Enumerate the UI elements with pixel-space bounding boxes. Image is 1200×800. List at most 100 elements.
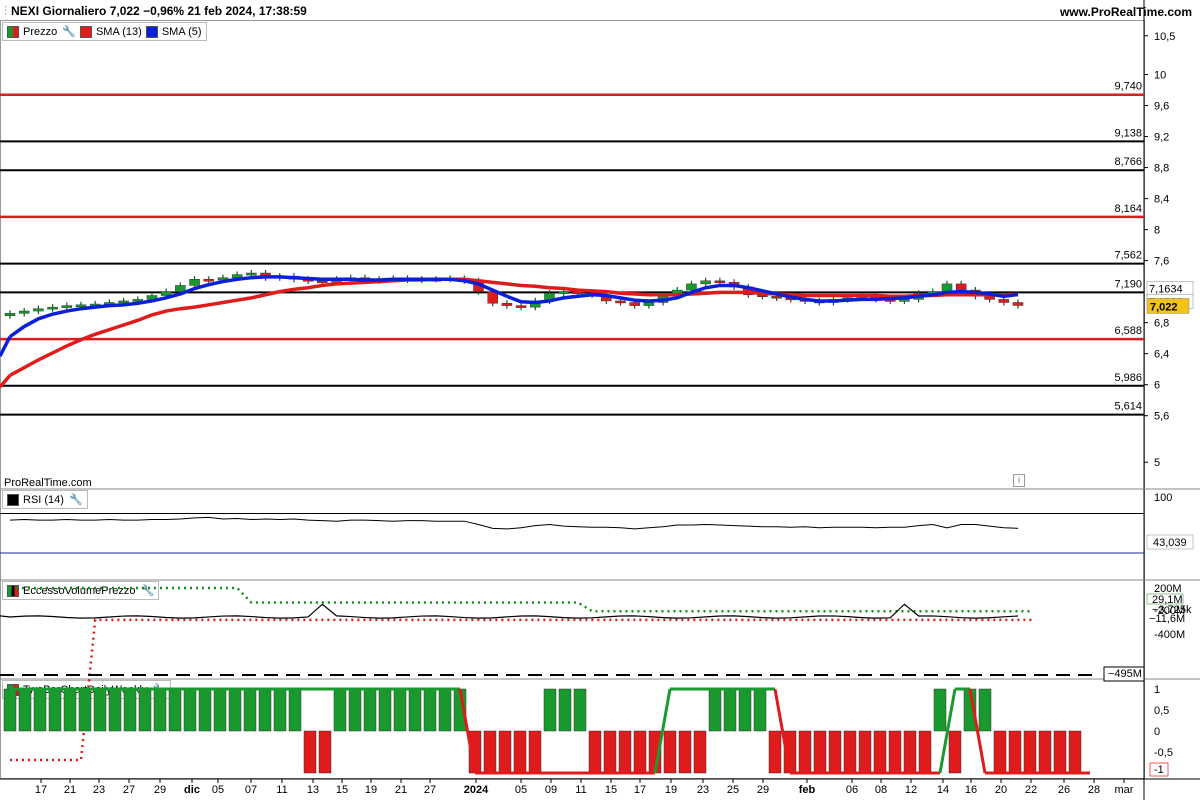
x-tick-label: 28 (1088, 784, 1100, 796)
twobar-bar (78, 688, 92, 732)
candle-body (118, 300, 129, 304)
twobar-bar (993, 730, 1007, 774)
candle-body (203, 278, 215, 282)
candle-body (714, 280, 726, 284)
twobar-bar (873, 730, 887, 774)
x-tick-label: 20 (995, 784, 1007, 796)
twobar-bar (63, 688, 77, 732)
level-label: 9,740 (1114, 81, 1142, 93)
twobar-bar (168, 688, 182, 732)
y-tick-label: 6 (1154, 380, 1160, 392)
twobar-bar (828, 730, 842, 774)
x-tick-label: 08 (875, 784, 887, 796)
twobar-last-value: -1 (1154, 764, 1164, 776)
y-tick-label: 7,6 (1154, 256, 1169, 268)
evp-black-line (0, 603, 1019, 619)
twobar-bar (198, 688, 212, 732)
sma13-last-value: 7,1634 (1149, 283, 1183, 295)
x-tick-label: 21 (64, 784, 76, 796)
level-label: 5,986 (1114, 372, 1142, 384)
twobar-bar (738, 688, 752, 732)
twobar-bar (318, 730, 332, 774)
twobar-bar (723, 688, 737, 732)
candle-body (558, 291, 569, 294)
twobar-bar (1023, 730, 1037, 774)
twobar-bar (708, 688, 722, 732)
x-tick-label: 25 (727, 784, 739, 796)
y-tick-label: 8,8 (1154, 163, 1169, 175)
twobar-bar (558, 688, 572, 732)
twobar-bar (1053, 730, 1067, 774)
x-tick-label: 06 (846, 784, 858, 796)
candle-body (33, 308, 44, 312)
twobar-bar (378, 688, 392, 732)
x-tick-label: 11 (575, 784, 586, 796)
x-tick-label: 27 (424, 784, 436, 796)
candle-body (515, 305, 527, 308)
candle-body (998, 299, 1010, 303)
twobar-bar (543, 688, 557, 732)
evp-red-last: −11,6M (1149, 613, 1185, 625)
x-tick-label: 07 (245, 784, 257, 796)
twobar-bar (933, 688, 947, 732)
x-tick-label: 12 (905, 784, 917, 796)
twobar-bar (303, 730, 317, 774)
x-tick-label: 15 (336, 784, 348, 796)
twobar-bar (288, 688, 302, 732)
twobar-bar (843, 730, 857, 774)
twobar-bar (1038, 730, 1052, 774)
twobar-bar (183, 688, 197, 732)
twobar-bar (48, 688, 62, 732)
twobar-bar (693, 730, 707, 774)
candle-body (771, 296, 782, 299)
x-tick-label: 22 (1025, 784, 1037, 796)
x-tick-label: 05 (212, 784, 224, 796)
level-label: 8,164 (1114, 203, 1142, 215)
twobar-bar (153, 688, 167, 732)
plot-frame (0, 20, 1145, 779)
twobar-bar (633, 730, 647, 774)
evp-floor-value: −495M (1108, 668, 1142, 680)
twobar-bar (438, 688, 452, 732)
rsi-line (9, 516, 1019, 530)
y-tick-label: 8 (1154, 225, 1160, 237)
candle-body (246, 272, 257, 276)
candle-body (61, 305, 73, 308)
y-tick-label: 9,6 (1154, 101, 1169, 113)
twobar-bar (528, 730, 542, 774)
x-tick-label: 16 (965, 784, 977, 796)
candle-body (643, 302, 655, 306)
evp-green-dotted (10, 586, 1033, 613)
twobar-bar (903, 730, 917, 774)
level-label: 9,138 (1114, 127, 1142, 139)
twobar-bar (918, 730, 932, 774)
twobar-bar (258, 688, 272, 732)
x-tick-label: 29 (154, 784, 166, 796)
candle-body (189, 278, 200, 286)
level-label: 8,766 (1114, 156, 1142, 168)
x-tick-label: 19 (365, 784, 377, 796)
x-tick-label: 14 (937, 784, 949, 796)
twobar-bar (768, 730, 782, 774)
candle-body (686, 283, 697, 291)
y-tick-label: 9,2 (1154, 132, 1169, 144)
x-tick-label: 17 (35, 784, 47, 796)
x-tick-label: 05 (515, 784, 527, 796)
twobar-bar (798, 730, 812, 774)
last-price-value: 7,022 (1150, 301, 1178, 313)
twobar-bar (513, 730, 527, 774)
x-tick-label: 13 (307, 784, 319, 796)
x-tick-label: dic (184, 784, 200, 796)
twobar-bar (93, 688, 107, 732)
level-label: 6,588 (1114, 325, 1142, 337)
twobar-bar (243, 688, 257, 732)
twobar-bar (18, 688, 32, 732)
twobar-bar (273, 688, 287, 732)
y-tick-label: 10 (1154, 70, 1166, 82)
chart-canvas[interactable]: 10,5109,69,28,88,487,66,86,465,659,7409,… (0, 0, 1200, 800)
twobar-bar (813, 730, 827, 774)
x-tick-label: 23 (93, 784, 105, 796)
candle-body (18, 310, 30, 314)
candle-body (700, 280, 711, 285)
twobar-bar (138, 688, 152, 732)
